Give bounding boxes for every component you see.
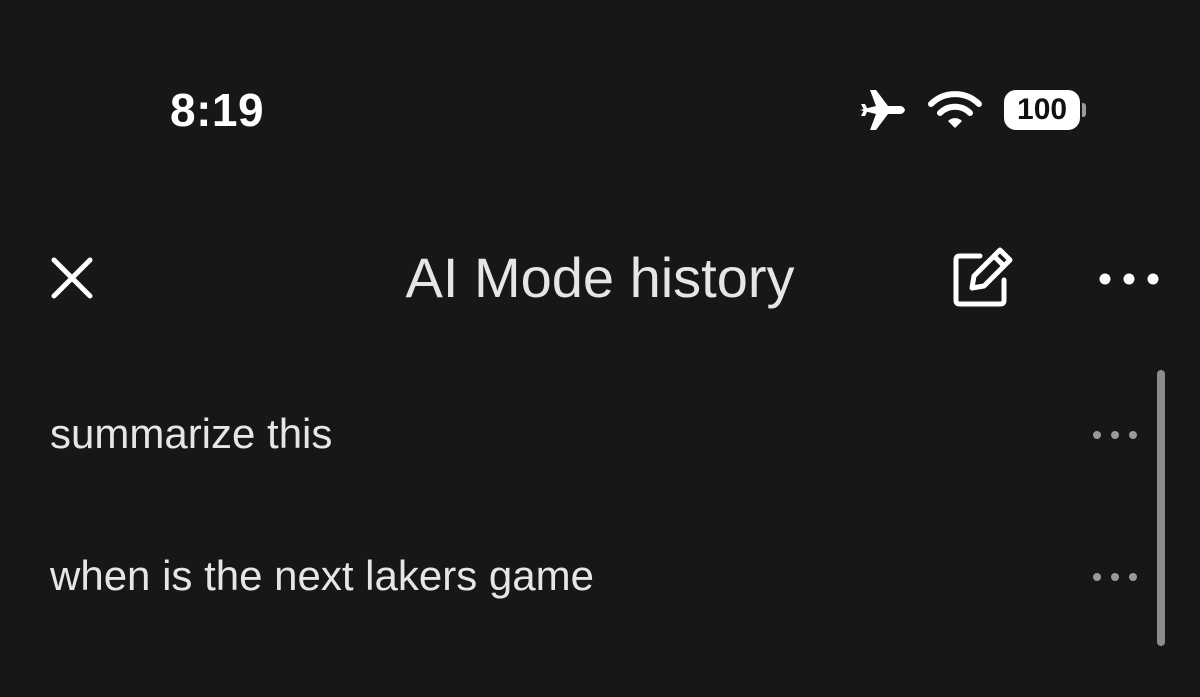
battery-level: 100 xyxy=(1017,93,1068,126)
scrollbar[interactable] xyxy=(1157,370,1165,646)
status-time: 8:19 xyxy=(170,84,265,136)
history-item-more-button[interactable] xyxy=(1088,420,1142,450)
airplane-icon xyxy=(858,88,906,132)
history-item-label: when is the next lakers game xyxy=(50,552,594,599)
more-horizontal-icon xyxy=(1093,573,1137,581)
more-options-button[interactable] xyxy=(1094,264,1164,294)
history-item[interactable]: when is the next lakers game xyxy=(0,522,1150,632)
battery-body: 100 xyxy=(1004,90,1081,130)
more-horizontal-icon xyxy=(1093,431,1137,439)
history-item-more-button[interactable] xyxy=(1088,562,1142,592)
edit-icon xyxy=(950,247,1016,314)
battery-icon: 100 xyxy=(1004,89,1086,131)
status-icons: 100 xyxy=(858,86,1086,134)
history-item-label: summarize this xyxy=(50,410,333,457)
history-item[interactable]: summarize this xyxy=(0,380,1150,490)
ai-mode-history-screen: 8:19 100 AI Mode history summarize this … xyxy=(0,0,1200,697)
more-horizontal-icon xyxy=(1094,273,1164,298)
wifi-icon xyxy=(928,90,982,130)
new-chat-button[interactable] xyxy=(950,246,1016,310)
page-title: AI Mode history xyxy=(405,246,795,309)
battery-cap xyxy=(1082,103,1086,117)
